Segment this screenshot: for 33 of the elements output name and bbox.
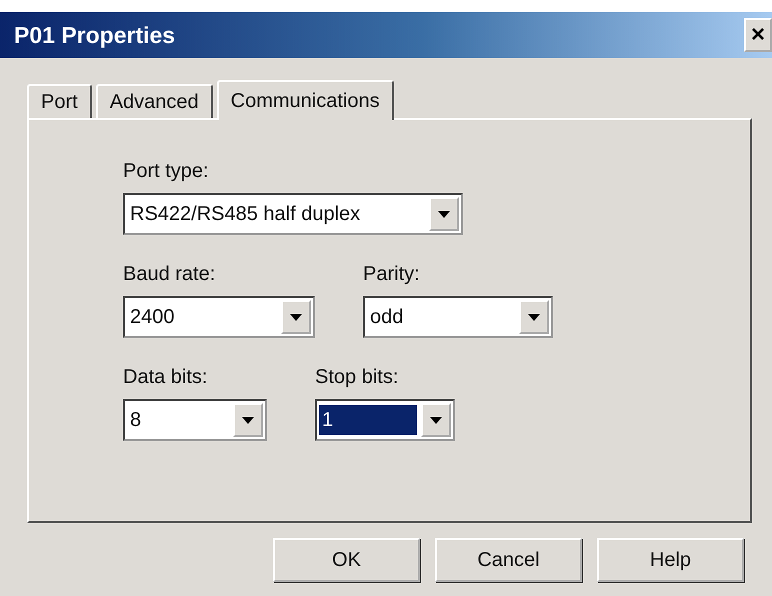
dropdown-button[interactable] <box>421 403 451 437</box>
tab[interactable]: Advanced <box>96 84 213 118</box>
field-label: Stop bits: <box>315 366 400 389</box>
dropdown-button[interactable] <box>519 300 549 334</box>
caret-icon <box>290 314 302 320</box>
selected-value: odd <box>369 305 404 330</box>
selected-value: 2400 <box>129 305 176 330</box>
field-label: Data bits: <box>123 366 208 389</box>
dropdown-field[interactable]: odd <box>363 296 553 338</box>
field-label: Parity: <box>363 263 421 286</box>
dropdown-field[interactable]: RS422/RS485 half duplex <box>123 193 463 235</box>
dialog-button[interactable]: OK <box>273 538 420 582</box>
tab[interactable]: Port <box>27 84 92 118</box>
dropdown-button[interactable] <box>281 300 311 334</box>
selected-value: 1 <box>319 405 417 435</box>
window-title: P01 Properties <box>14 22 176 48</box>
caret-icon <box>438 210 450 218</box>
caret-icon <box>430 416 442 424</box>
caret-icon <box>528 314 540 320</box>
field-label: Baud rate: <box>123 263 216 286</box>
tab[interactable]: Communications <box>216 80 394 120</box>
selected-value: RS422/RS485 half duplex <box>129 202 362 227</box>
close-button[interactable]: × <box>744 18 772 52</box>
dropdown-button[interactable] <box>429 197 459 231</box>
field-label: Port type: <box>123 160 210 183</box>
dialog-button[interactable]: Help <box>597 538 744 582</box>
dropdown-field[interactable]: 2400 <box>123 296 315 338</box>
dropdown-field[interactable]: 1 <box>315 399 455 441</box>
selected-value: 8 <box>129 408 142 433</box>
caret-icon <box>242 416 254 424</box>
dropdown-field[interactable]: 8 <box>123 399 267 441</box>
dialog-button[interactable]: Cancel <box>435 538 582 582</box>
dropdown-button[interactable] <box>233 403 263 437</box>
